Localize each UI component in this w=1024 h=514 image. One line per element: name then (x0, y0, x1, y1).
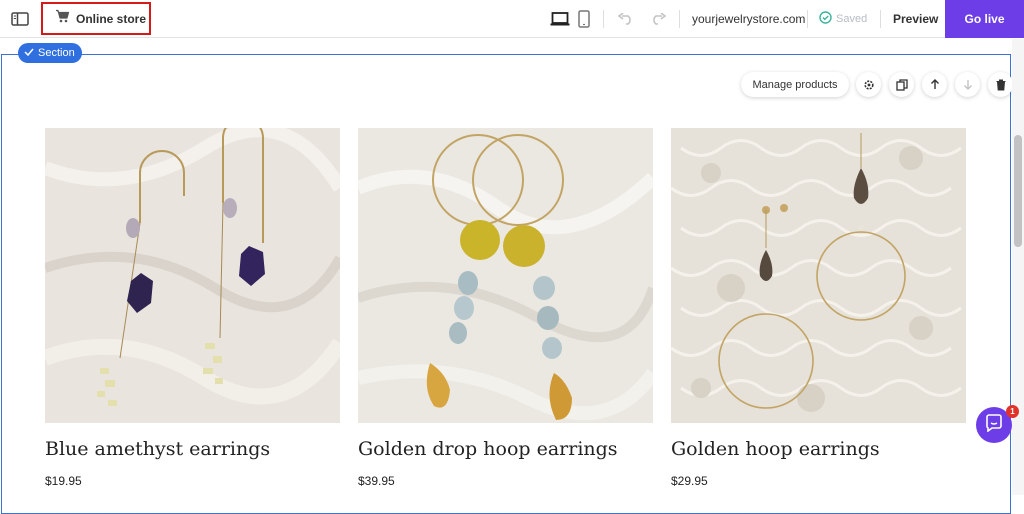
chat-bubble-icon (985, 413, 1003, 437)
scrollbar-track[interactable] (1012, 39, 1024, 495)
product-price: $29.95 (671, 474, 708, 488)
product-price: $19.95 (45, 474, 82, 488)
saved-label: Saved (836, 13, 868, 25)
redo-icon[interactable] (648, 10, 668, 28)
gear-icon[interactable] (856, 72, 881, 97)
divider (679, 10, 680, 28)
product-title[interactable]: Golden drop hoop earrings (358, 438, 618, 460)
check-icon (24, 47, 34, 59)
section-badge[interactable]: Section (18, 43, 82, 63)
online-store-label: Online store (76, 11, 147, 26)
divider (807, 10, 808, 28)
store-domain[interactable]: yourjewelrystore.com (692, 12, 805, 26)
divider (880, 10, 881, 28)
arrow-up-icon[interactable] (922, 72, 947, 97)
arrow-down-icon[interactable] (955, 72, 980, 97)
product-card[interactable]: Golden drop hoop earrings $39.95 (358, 128, 653, 488)
product-image[interactable] (45, 128, 340, 423)
mobile-view-icon[interactable] (576, 9, 592, 29)
preview-button[interactable]: Preview (893, 12, 938, 26)
product-title[interactable]: Golden hoop earrings (671, 438, 880, 460)
section-badge-label: Section (38, 47, 75, 59)
product-image[interactable] (671, 128, 966, 423)
product-card[interactable]: Blue amethyst earrings $19.95 (45, 128, 340, 488)
editor-topbar: Online store yourjewelrystore.com Saved … (0, 0, 1024, 38)
check-circle-icon (819, 11, 832, 27)
undo-icon[interactable] (616, 10, 636, 28)
manage-products-button[interactable]: Manage products (741, 72, 849, 97)
sidebar-toggle-icon[interactable] (8, 8, 32, 30)
product-title[interactable]: Blue amethyst earrings (45, 438, 270, 460)
saved-status: Saved (819, 11, 867, 27)
trash-icon[interactable] (988, 72, 1013, 97)
notification-badge: 1 (1006, 405, 1019, 418)
product-card[interactable]: Golden hoop earrings $29.95 (671, 128, 966, 488)
scrollbar-thumb[interactable] (1014, 135, 1022, 247)
cart-icon (55, 9, 70, 28)
product-price: $39.95 (358, 474, 395, 488)
editor-canvas: Section Manage products Blue amethyst ea… (0, 39, 1024, 514)
online-store-button[interactable]: Online store (41, 2, 151, 35)
desktop-view-icon[interactable] (549, 9, 571, 29)
go-live-button[interactable]: Go live (945, 0, 1024, 38)
product-image[interactable] (358, 128, 653, 423)
duplicate-icon[interactable] (889, 72, 914, 97)
divider (603, 10, 604, 28)
